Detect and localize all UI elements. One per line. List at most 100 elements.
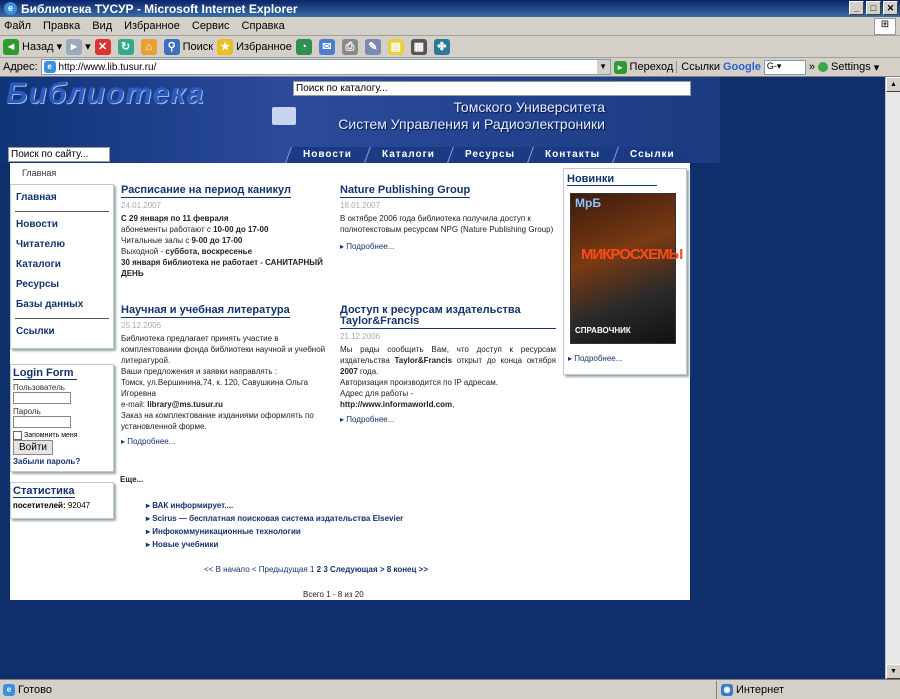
read-more-link[interactable]: Подробнее... <box>340 241 556 252</box>
edit-icon[interactable]: ✎ <box>364 38 381 55</box>
list-item[interactable]: ▸ Новые учебники <box>146 538 403 551</box>
sidebar-item-readers[interactable]: Читателю <box>11 235 113 255</box>
news-date: 21.12.2006 <box>340 332 381 341</box>
university-logo-icon <box>272 107 296 125</box>
news-item: Nature Publishing Group 18.01.2007 В окт… <box>340 185 556 252</box>
remember-checkbox[interactable] <box>13 431 22 440</box>
home-icon[interactable]: ⌂ <box>140 38 157 55</box>
username-label: Пользователь <box>13 383 65 392</box>
breadcrumb[interactable]: Главная <box>22 168 56 178</box>
ie-icon: e <box>4 2 17 15</box>
page-prev[interactable]: < Предыдущая <box>252 565 308 574</box>
menu-tools[interactable]: Сервис <box>192 20 230 32</box>
favorites-button[interactable]: ★ Избранное <box>217 38 292 55</box>
close-button[interactable]: ✕ <box>883 1 898 15</box>
refresh-icon[interactable]: ↻ <box>117 38 134 55</box>
read-more-link[interactable]: Подробнее... <box>568 354 622 363</box>
nav-resources[interactable]: Ресурсы <box>446 147 532 163</box>
password-field[interactable] <box>13 416 71 428</box>
news-title[interactable]: Nature Publishing Group <box>340 185 471 198</box>
site-title: Библиотека <box>6 77 205 110</box>
menu-view[interactable]: Вид <box>92 20 112 32</box>
mail-icon[interactable]: ✉ <box>318 38 335 55</box>
visitors-count: 92047 <box>67 501 91 510</box>
page-last[interactable]: 8 конец >> <box>387 565 428 574</box>
page-1: 1 <box>309 565 315 574</box>
list-item[interactable]: ▸ Scirus — бесплатная поисковая система … <box>146 512 403 525</box>
login-button[interactable]: Войти <box>13 440 53 455</box>
page-first[interactable]: << В начало <box>204 565 250 574</box>
tools-icon[interactable]: ✤ <box>433 38 450 55</box>
history-icon[interactable]: ◔ <box>295 38 312 55</box>
menu-favorites[interactable]: Избранное <box>124 20 180 32</box>
list-item[interactable]: ▸ ВАК информирует.... <box>146 499 403 512</box>
news-date: 24.01.2007 <box>121 201 162 210</box>
address-dropdown-icon[interactable]: ▼ <box>596 60 610 74</box>
news-item: Доступ к ресурсам издательства Taylor&Fr… <box>340 305 556 425</box>
read-more-link[interactable]: Подробнее... <box>121 436 337 447</box>
go-button[interactable]: ► Переход <box>613 60 673 74</box>
back-button[interactable]: ◄ Назад ▾ <box>3 38 62 55</box>
window-title: Библиотека ТУСУР - Microsoft Internet Ex… <box>21 1 298 16</box>
nav-news[interactable]: Новости <box>285 147 369 163</box>
news-title[interactable]: Расписание на период каникул <box>121 185 291 198</box>
stop-icon[interactable]: ✕ <box>94 38 111 55</box>
page-next[interactable]: Следующая > <box>330 565 385 574</box>
search-button[interactable]: ⚲ Поиск <box>163 38 213 55</box>
menu-file[interactable]: Файл <box>4 20 31 32</box>
print-icon[interactable]: ⎙ <box>341 38 358 55</box>
menu-edit[interactable]: Правка <box>43 20 80 32</box>
page-viewport: Библиотека Поиск по каталогу... Томского… <box>0 77 885 679</box>
news-date: 18.01.2007 <box>340 201 381 210</box>
statistics-title: Статистика <box>13 485 75 498</box>
page-3[interactable]: 3 <box>323 565 327 574</box>
internet-zone-icon: ◉ <box>721 683 733 696</box>
address-label: Адрес: <box>3 61 38 73</box>
forward-button[interactable]: ► ▾ <box>66 38 91 55</box>
read-more-link[interactable]: Подробнее... <box>340 414 556 425</box>
sidebar-item-databases[interactable]: Базы данных <box>11 295 113 315</box>
sidebar-item-links[interactable]: Ссылки <box>11 322 113 342</box>
sidebar-item-news[interactable]: Новости <box>11 215 113 235</box>
sidebar-item-home[interactable]: Главная <box>11 188 113 208</box>
news-title[interactable]: Доступ к ресурсам издательства Taylor&Fr… <box>340 305 556 329</box>
informaworld-link[interactable]: http://www.informaworld.com <box>340 400 452 409</box>
links-button[interactable]: Ссылки <box>676 61 720 73</box>
maximize-button[interactable]: □ <box>866 1 881 15</box>
chevron-right-icon[interactable]: » <box>809 61 815 73</box>
vertical-scrollbar[interactable]: ▲ ▼ <box>885 77 900 679</box>
site-search-input[interactable]: Поиск по сайту... <box>8 147 110 162</box>
google-search-input[interactable]: G-▾ <box>763 59 806 75</box>
settings-button[interactable]: Settings <box>831 61 871 73</box>
site-header: Библиотека Поиск по каталогу... Томского… <box>0 77 720 163</box>
book-cover-image[interactable]: МрБ МИКРОСХЕМЫ СПРАВОЧНИК <box>570 193 683 344</box>
email-link[interactable]: library@ms.tusur.ru <box>147 400 223 409</box>
list-item[interactable]: ▸ Инфокоммуникационные технологии <box>146 525 403 538</box>
address-input[interactable]: e http://www.lib.tusur.ru/ ▼ <box>40 59 611 75</box>
sidebar-item-resources[interactable]: Ресурсы <box>11 275 113 295</box>
page-2[interactable]: 2 <box>317 565 321 574</box>
scroll-down-icon[interactable]: ▼ <box>886 664 900 679</box>
sidebar-item-catalogs[interactable]: Каталоги <box>11 255 113 275</box>
go-arrow-icon: ► <box>613 60 627 74</box>
nav-catalogs[interactable]: Каталоги <box>364 147 452 163</box>
scroll-up-icon[interactable]: ▲ <box>886 77 900 92</box>
remember-label: Запомнить меня <box>24 432 78 439</box>
news-title[interactable]: Научная и учебная литература <box>121 305 290 318</box>
menu-help[interactable]: Справка <box>242 20 285 32</box>
window-titlebar: e Библиотека ТУСУР - Microsoft Internet … <box>0 0 900 17</box>
minimize-button[interactable]: _ <box>849 1 864 15</box>
more-links-list: ▸ ВАК информирует.... ▸ Scirus — бесплат… <box>146 499 403 551</box>
catalog-search-input[interactable]: Поиск по каталогу... <box>293 81 691 96</box>
page-icon: e <box>43 61 56 73</box>
forgot-password-link[interactable]: Забыли пароль? <box>13 457 111 466</box>
nav-contacts[interactable]: Контакты <box>526 147 617 163</box>
toolbar: ◄ Назад ▾ ► ▾ ✕ ↻ ⌂ ⚲ Поиск ★ Избранное ◔ ✉ … <box>0 36 900 58</box>
login-form: Login Form Пользователь Пароль Запомнить… <box>10 364 114 472</box>
username-field[interactable] <box>13 392 71 404</box>
nav-links[interactable]: Ссылки <box>612 147 692 163</box>
more-label: Еще... <box>120 475 144 484</box>
menubar: Файл Правка Вид Избранное Сервис Справка… <box>0 17 900 36</box>
folder-icon[interactable]: ▤ <box>387 38 404 55</box>
messenger-icon[interactable]: ▦ <box>410 38 427 55</box>
